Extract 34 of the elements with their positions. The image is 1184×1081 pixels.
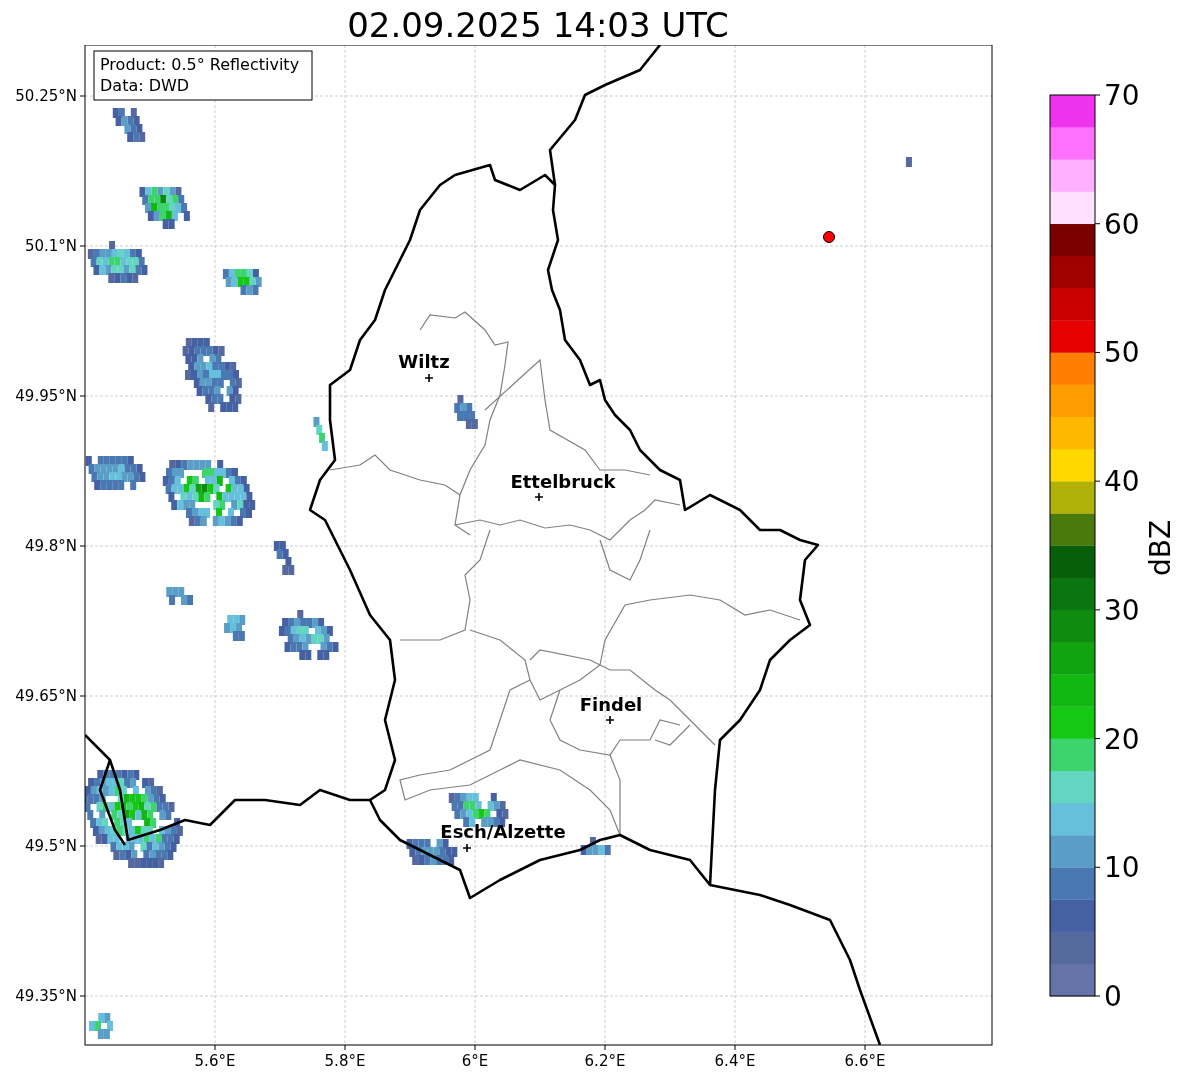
- legend-text: Product: 0.5° Reflectivity: [100, 55, 300, 74]
- axis-tick-label: 6.6°E: [844, 1052, 886, 1070]
- city-marker-icon: [605, 715, 615, 725]
- colorbar-tick-label: 10: [1104, 851, 1140, 885]
- colorbar-label: dBZ: [1144, 519, 1177, 577]
- axis-tick-label: 49.5°N: [24, 837, 77, 855]
- axis-tick-label: 49.8°N: [24, 537, 77, 555]
- city-marker-icon: [424, 373, 434, 383]
- axis-tick-label: 49.95°N: [15, 387, 77, 405]
- axis-tick-label: 6°E: [461, 1052, 489, 1070]
- city-label: Wiltz: [398, 351, 450, 372]
- colorbar-tick-label: 0: [1104, 980, 1122, 1013]
- location-marker: [823, 231, 835, 243]
- chart-title: 02.09.2025 14:03 UTC: [347, 5, 729, 45]
- colorbar-tick-label: 40: [1104, 465, 1140, 499]
- axis-tick-label: 5.6°E: [194, 1052, 236, 1070]
- axis-tick-label: 49.65°N: [15, 687, 77, 705]
- city-marker-icon: [534, 492, 544, 502]
- city-marker-icon: [462, 843, 472, 853]
- axis-tick-label: 6.4°E: [714, 1052, 756, 1070]
- city-label: Findel: [579, 694, 643, 715]
- axis-tick-label: 50.1°N: [24, 237, 77, 255]
- colorbar-tick-label: 50: [1104, 336, 1140, 370]
- legend-text: Data: DWD: [100, 76, 190, 95]
- city-label: Ettelbruck: [510, 471, 616, 492]
- colorbar-tick-label: 60: [1104, 207, 1140, 241]
- axis-tick-label: 50.25°N: [15, 87, 77, 105]
- colorbar-tick-label: 70: [1104, 79, 1140, 112]
- axis-tick-label: 49.35°N: [15, 987, 77, 1005]
- colorbar-tick-label: 20: [1104, 722, 1140, 756]
- axis-tick-label: 5.8°E: [324, 1052, 366, 1070]
- axis-tick-label: 6.2°E: [584, 1052, 626, 1070]
- colorbar-tick-label: 30: [1104, 593, 1140, 627]
- city-label: Esch/Alzette: [440, 821, 566, 842]
